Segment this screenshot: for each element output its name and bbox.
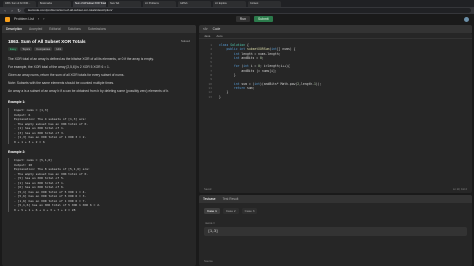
editor-tab[interactable]: Code bbox=[213, 27, 221, 31]
browser-toolbar: ‹ › ↻ leetcode.com/problems/sum-of-all-s… bbox=[0, 7, 474, 14]
leetcode-logo[interactable] bbox=[5, 16, 10, 22]
testcase-tabs: Testcase Test Result bbox=[199, 195, 472, 203]
example-2-title: Example 2: bbox=[8, 150, 26, 154]
browser-tab[interactable]: LC Explore bbox=[213, 0, 246, 7]
description-p1: The XOR total of an array is defined as … bbox=[8, 57, 154, 61]
prev-icon[interactable]: ‹ bbox=[38, 17, 39, 21]
cursor-position: Ln 13, Col 2 bbox=[453, 188, 467, 191]
tab-description[interactable]: Description bbox=[6, 27, 22, 31]
saved-status: Saved bbox=[204, 188, 212, 191]
code-area[interactable]: 1 2 3 4 5 6 7 8 9 10 11 12 13 class Solu… bbox=[199, 39, 472, 177]
editor-status-bar: Saved Ln 13, Col 2 bbox=[199, 187, 472, 193]
next-icon[interactable]: › bbox=[43, 17, 44, 21]
tab-accepted[interactable]: Accepted bbox=[29, 27, 42, 31]
description-p2: For example, the XOR total of the array … bbox=[8, 65, 110, 69]
line-numbers: 1 2 3 4 5 6 7 8 9 10 11 12 13 bbox=[208, 43, 212, 99]
description-panel: Description Accepted Editorial Solutions Sub… bbox=[2, 25, 196, 266]
browser-tab[interactable]: Contest bbox=[248, 0, 281, 7]
reload-icon[interactable]: ↻ bbox=[17, 8, 21, 13]
submit-button[interactable]: Submit bbox=[254, 16, 273, 22]
testcase-source-link[interactable]: Source bbox=[204, 259, 213, 263]
description-p5: An array a is a subset of an array b if … bbox=[8, 89, 170, 93]
leetcode-navbar: Problem List ‹ › Run Submit bbox=[0, 14, 474, 24]
back-icon[interactable]: ‹ bbox=[3, 8, 7, 13]
browser-tab[interactable]: 1863. Sum of All XOR... bbox=[3, 0, 36, 7]
solved-badge: Solved bbox=[180, 39, 190, 43]
example-2-block: Input: nums = [5,1,6] Output: 28 Explana… bbox=[8, 158, 190, 212]
description-tabs: Description Accepted Editorial Solutions Sub… bbox=[2, 25, 196, 33]
tab-editorial[interactable]: Editorial bbox=[49, 27, 61, 31]
mode-select[interactable]: Auto bbox=[216, 34, 222, 38]
badge-topics[interactable]: Topics bbox=[20, 47, 33, 51]
badge-hint[interactable]: Hint bbox=[54, 47, 64, 51]
address-bar[interactable]: leetcode.com/problems/sum-of-all-subset-… bbox=[24, 8, 471, 13]
browser-tab[interactable]: Bookmarks bbox=[38, 0, 71, 7]
example-1-title: Example 1: bbox=[8, 100, 26, 104]
editor-header: </> Code bbox=[199, 25, 472, 33]
example-1-block: Input: nums = [1,3] Output: 6 Explanatio… bbox=[8, 108, 190, 144]
description-note: Note: Subsets with the same elements sho… bbox=[8, 81, 115, 85]
language-select[interactable]: Java bbox=[204, 34, 210, 38]
code-editor-panel: Java Auto 1 2 3 4 5 6 7 8 9 10 11 12 13 … bbox=[199, 33, 472, 193]
browser-tab[interactable]: New Tab bbox=[108, 0, 141, 7]
case-tab-1[interactable]: Case 1 bbox=[204, 208, 220, 214]
browser-tab[interactable]: GitHub bbox=[178, 0, 211, 7]
tab-submissions[interactable]: Submissions bbox=[88, 27, 106, 31]
description-p3: Given an array nums, return the sum of a… bbox=[8, 73, 125, 77]
case-tab-2[interactable]: Case 2 bbox=[222, 208, 239, 214]
case-tabs: Case 1 Case 2 Case 3 bbox=[199, 203, 472, 217]
nums-label: nums = bbox=[205, 221, 215, 225]
badge-easy: Easy bbox=[8, 47, 19, 51]
badge-companies[interactable]: Companies bbox=[34, 47, 53, 51]
nums-input[interactable]: [1,3] bbox=[204, 227, 467, 236]
tab-solutions[interactable]: Solutions bbox=[68, 27, 81, 31]
code-icon: </> bbox=[203, 27, 208, 31]
problem-title: 1863. Sum of All Subset XOR Totals bbox=[8, 39, 86, 44]
browser-tab[interactable]: LC Problems bbox=[143, 0, 176, 7]
tab-test-result[interactable]: Test Result bbox=[223, 197, 239, 201]
run-button[interactable]: Run bbox=[235, 16, 251, 22]
code-text[interactable]: class Solution { public int subsetXORSum… bbox=[219, 43, 322, 99]
case-tab-3[interactable]: Case 3 bbox=[241, 208, 258, 214]
problem-badges: Easy Topics Companies Hint bbox=[8, 47, 190, 51]
forward-icon[interactable]: › bbox=[10, 8, 14, 13]
avatar[interactable] bbox=[464, 16, 469, 22]
problem-list-link[interactable]: Problem List bbox=[14, 17, 34, 21]
testcase-panel: Testcase Test Result Case 1 Case 2 Case 3 n… bbox=[199, 195, 472, 266]
tab-testcase[interactable]: Testcase bbox=[203, 197, 216, 201]
browser-tab-strip: 1863. Sum of All XOR... Bookmarks Sum of A… bbox=[0, 0, 474, 7]
browser-tab[interactable]: Sum of All Subset XOR Totals bbox=[73, 0, 106, 7]
